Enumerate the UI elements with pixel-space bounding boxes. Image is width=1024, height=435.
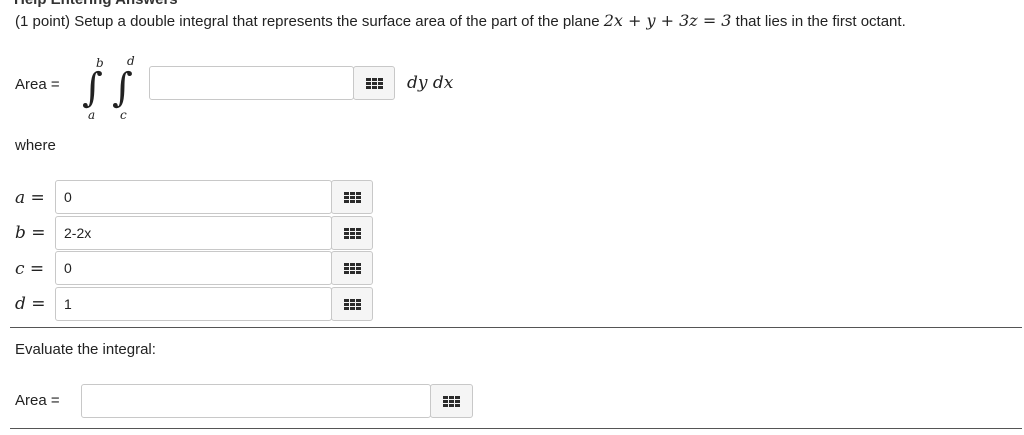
inner-upper-limit: d (127, 54, 135, 68)
limit-a-label: a = (15, 188, 45, 208)
area-label: Area = (15, 76, 60, 93)
integrand-input[interactable] (149, 66, 354, 100)
equation-grid-icon (443, 395, 460, 407)
cropped-header-text: Help Entering Answers (14, 0, 178, 8)
evaluate-area-input[interactable] (81, 384, 431, 418)
limit-b-label: b = (15, 223, 46, 243)
integrand-palette-button[interactable] (353, 66, 395, 100)
limit-a-input[interactable]: 0 (55, 180, 332, 214)
bottom-divider (10, 428, 1022, 429)
equation-grid-icon (343, 227, 361, 239)
evaluate-heading: Evaluate the integral: (15, 341, 156, 358)
limit-b-palette-button[interactable] (331, 216, 373, 250)
equation-grid-icon (365, 77, 383, 89)
equation-grid-icon (343, 191, 361, 203)
limit-c-palette-button[interactable] (331, 251, 373, 285)
equation-grid-icon (343, 298, 361, 310)
limit-d-input[interactable]: 1 (55, 287, 332, 321)
limit-d-label: d = (15, 294, 46, 314)
evaluate-area-label: Area = (15, 392, 60, 409)
section-divider (10, 327, 1022, 328)
limit-c-label: c = (15, 259, 45, 279)
problem-statement: (1 point) Setup a double integral that r… (15, 11, 906, 30)
inner-lower-limit: c (120, 108, 127, 122)
outer-integral-sign: ∫ (82, 65, 103, 111)
outer-upper-limit: b (96, 56, 104, 70)
differentials: dy dx (407, 73, 454, 93)
equation-grid-icon (343, 262, 361, 274)
where-label: where (15, 137, 56, 154)
limit-a-palette-button[interactable] (331, 180, 373, 214)
limit-b-input[interactable]: 2-2x (55, 216, 332, 250)
inner-integral-sign: ∫ (112, 65, 133, 111)
evaluate-palette-button[interactable] (430, 384, 473, 418)
plane-equation: 2x + y + 3z = 3 (603, 11, 732, 30)
limit-c-input[interactable]: 0 (55, 251, 332, 285)
problem-suffix: that lies in the first octant. (731, 13, 906, 30)
double-integral-sign: ∫ b a ∫ d c (80, 54, 150, 122)
outer-lower-limit: a (88, 108, 96, 122)
limit-d-palette-button[interactable] (331, 287, 373, 321)
problem-prefix: (1 point) Setup a double integral that r… (15, 13, 604, 30)
